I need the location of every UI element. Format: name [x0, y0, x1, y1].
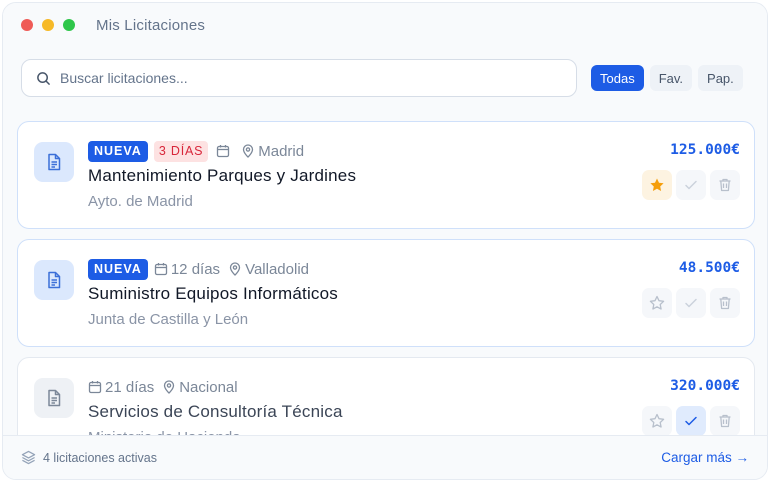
- search-input[interactable]: [60, 70, 520, 86]
- deadline-info: [216, 144, 233, 158]
- tender-actions: [638, 288, 740, 318]
- maximize-window-button[interactable]: [63, 19, 75, 31]
- star-filled-icon: [650, 178, 664, 191]
- delete-button[interactable]: [710, 406, 740, 436]
- filter-favorites-button[interactable]: Fav.: [649, 65, 693, 91]
- deadline-info: 21 días: [88, 379, 154, 396]
- toolbar: Todas Fav. Pap.: [21, 59, 749, 97]
- map-pin-icon: [164, 380, 175, 394]
- mark-done-button[interactable]: [676, 170, 706, 200]
- delete-button[interactable]: [710, 170, 740, 200]
- tender-price: 320.000€: [670, 378, 740, 394]
- tender-list: NUEVA 3 DÍAS Madrid Mantenimiento Parque…: [17, 121, 755, 475]
- deadline-label: 12 días: [170, 260, 221, 278]
- check-icon: [685, 180, 697, 190]
- document-icon: [34, 260, 74, 300]
- tender-meta: NUEVA 3 DÍAS Madrid: [88, 140, 312, 162]
- trash-icon: [719, 414, 731, 428]
- active-count: 4 licitaciones activas: [43, 450, 157, 465]
- tender-title: Mantenimiento Parques y Jardines: [88, 166, 357, 185]
- delete-button[interactable]: [710, 288, 740, 318]
- tender-organization: Junta de Castilla y León: [88, 311, 249, 328]
- tender-actions: [638, 170, 740, 200]
- calendar-icon: [154, 263, 167, 276]
- layers-icon: [21, 450, 36, 465]
- calendar-icon: [88, 381, 102, 394]
- calendar-icon: [217, 145, 230, 158]
- location-info: Madrid: [241, 143, 304, 160]
- location-label: Madrid: [258, 142, 305, 160]
- map-pin-icon: [243, 144, 254, 158]
- mark-done-button[interactable]: [676, 288, 706, 318]
- filter-group: Todas Fav. Pap.: [591, 65, 749, 91]
- mark-done-button[interactable]: [676, 406, 706, 436]
- trash-icon: [719, 178, 731, 192]
- tender-meta: 21 días Nacional: [88, 376, 246, 398]
- search-box[interactable]: [21, 59, 577, 97]
- location-label: Valladolid: [245, 260, 309, 278]
- deadline-badge: 3 DÍAS: [153, 140, 209, 162]
- title-bar: Mis Licitaciones: [3, 3, 767, 47]
- tender-title: Suministro Equipos Informáticos: [88, 284, 338, 303]
- tender-actions: [638, 406, 740, 436]
- document-icon: [34, 378, 74, 418]
- check-icon: [685, 298, 697, 308]
- location-label: Nacional: [179, 378, 238, 396]
- status-footer: 4 licitaciones activas Cargar más →: [3, 435, 767, 479]
- star-outline-icon: [649, 413, 665, 428]
- filter-all-button[interactable]: Todas: [591, 65, 644, 91]
- favorite-button[interactable]: [642, 288, 672, 318]
- tender-meta: NUEVA 12 días Valladolid: [88, 258, 317, 280]
- tender-title: Servicios de Consultoría Técnica: [88, 402, 343, 421]
- tender-card[interactable]: NUEVA 12 días Valladolid Suministro Equi…: [17, 239, 755, 347]
- check-icon: [685, 416, 697, 426]
- star-outline-icon: [649, 295, 665, 310]
- favorite-button[interactable]: [642, 170, 672, 200]
- deadline-label: 21 días: [105, 378, 155, 396]
- location-info: Nacional: [162, 378, 238, 396]
- window-title: Mis Licitaciones: [96, 16, 206, 34]
- new-badge: NUEVA: [88, 258, 148, 280]
- search-icon: [37, 71, 50, 85]
- close-window-button[interactable]: [21, 19, 33, 31]
- tender-organization: Ayto. de Madrid: [88, 193, 193, 210]
- trash-icon: [719, 296, 731, 310]
- app-window: Mis Licitaciones Todas Fav. Pap. NUEVA 3…: [2, 2, 768, 480]
- new-badge: NUEVA: [88, 140, 148, 162]
- minimize-window-button[interactable]: [42, 19, 54, 31]
- tender-card[interactable]: NUEVA 3 DÍAS Madrid Mantenimiento Parque…: [17, 121, 755, 229]
- location-info: Valladolid: [228, 261, 309, 278]
- document-icon: [34, 142, 74, 182]
- tender-price: 125.000€: [670, 142, 740, 158]
- tender-price: 48.500€: [678, 260, 740, 276]
- load-more-link[interactable]: Cargar más →: [661, 450, 749, 465]
- filter-trash-button[interactable]: Pap.: [698, 65, 743, 91]
- favorite-button[interactable]: [642, 406, 672, 436]
- deadline-info: 12 días: [154, 261, 220, 278]
- map-pin-icon: [229, 262, 241, 276]
